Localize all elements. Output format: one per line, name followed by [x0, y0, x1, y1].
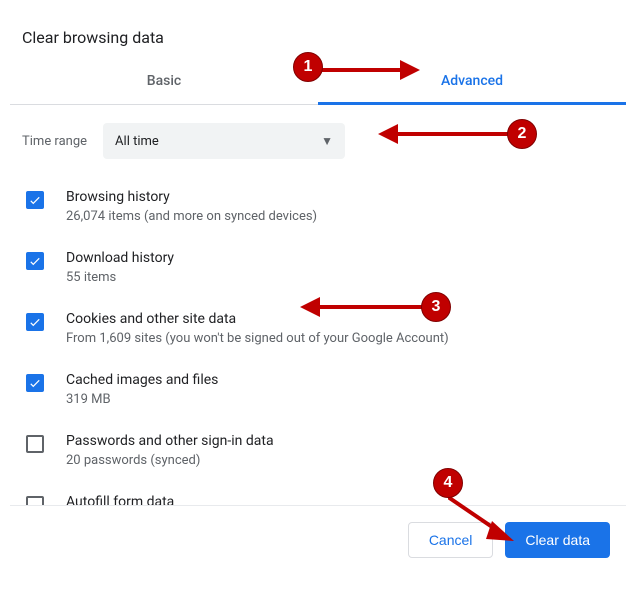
item-title: Cookies and other site data — [66, 311, 614, 327]
time-range-value: All time — [115, 134, 159, 149]
tab-basic[interactable]: Basic — [10, 57, 318, 104]
cancel-button[interactable]: Cancel — [408, 522, 494, 558]
data-type-item: Download history 55 items — [22, 238, 614, 299]
tab-advanced-label: Advanced — [441, 73, 503, 89]
clear-data-button-label: Clear data — [525, 532, 590, 548]
item-title: Autofill form data — [66, 494, 614, 505]
data-type-item: Passwords and other sign-in data 20 passw… — [22, 421, 614, 482]
data-type-item: Autofill form data — [22, 482, 614, 505]
tab-advanced[interactable]: Advanced — [318, 57, 626, 104]
clear-browsing-data-dialog: Clear browsing data Basic Advanced Time … — [10, 0, 626, 574]
data-type-list: Browsing history 26,074 items (and more o… — [10, 177, 626, 505]
annotation-badge-4: 4 — [433, 468, 463, 498]
item-title: Cached images and files — [66, 372, 614, 388]
checkbox[interactable] — [26, 313, 44, 331]
item-subtitle: 20 passwords (synced) — [66, 453, 614, 468]
item-subtitle: 26,074 items (and more on synced devices… — [66, 209, 614, 224]
time-range-label: Time range — [22, 134, 87, 149]
annotation-badge-2: 2 — [507, 119, 537, 149]
tab-basic-label: Basic — [147, 73, 181, 89]
data-type-item: Cached images and files 319 MB — [22, 360, 614, 421]
item-title: Download history — [66, 250, 614, 266]
data-type-item: Browsing history 26,074 items (and more o… — [22, 177, 614, 238]
item-subtitle: 319 MB — [66, 392, 614, 407]
checkbox[interactable] — [26, 374, 44, 392]
checkbox[interactable] — [26, 435, 44, 453]
item-title: Passwords and other sign-in data — [66, 433, 614, 449]
time-range-select[interactable]: All time ▼ — [103, 123, 345, 159]
chevron-down-icon: ▼ — [321, 134, 333, 148]
item-subtitle: 55 items — [66, 270, 614, 285]
annotation-badge-1: 1 — [293, 52, 323, 82]
checkbox[interactable] — [26, 191, 44, 209]
item-subtitle: From 1,609 sites (you won't be signed ou… — [66, 331, 614, 346]
checkbox[interactable] — [26, 252, 44, 270]
dialog-title: Clear browsing data — [10, 0, 626, 57]
annotation-badge-3: 3 — [421, 292, 451, 322]
dialog-footer: Cancel Clear data — [10, 505, 626, 574]
options-scroll-area[interactable]: Time range All time ▼ Browsing history 26… — [10, 105, 626, 505]
clear-data-button[interactable]: Clear data — [505, 522, 610, 558]
cancel-button-label: Cancel — [429, 532, 473, 548]
checkbox[interactable] — [26, 496, 44, 505]
data-type-item: Cookies and other site data From 1,609 si… — [22, 299, 614, 360]
item-title: Browsing history — [66, 189, 614, 205]
